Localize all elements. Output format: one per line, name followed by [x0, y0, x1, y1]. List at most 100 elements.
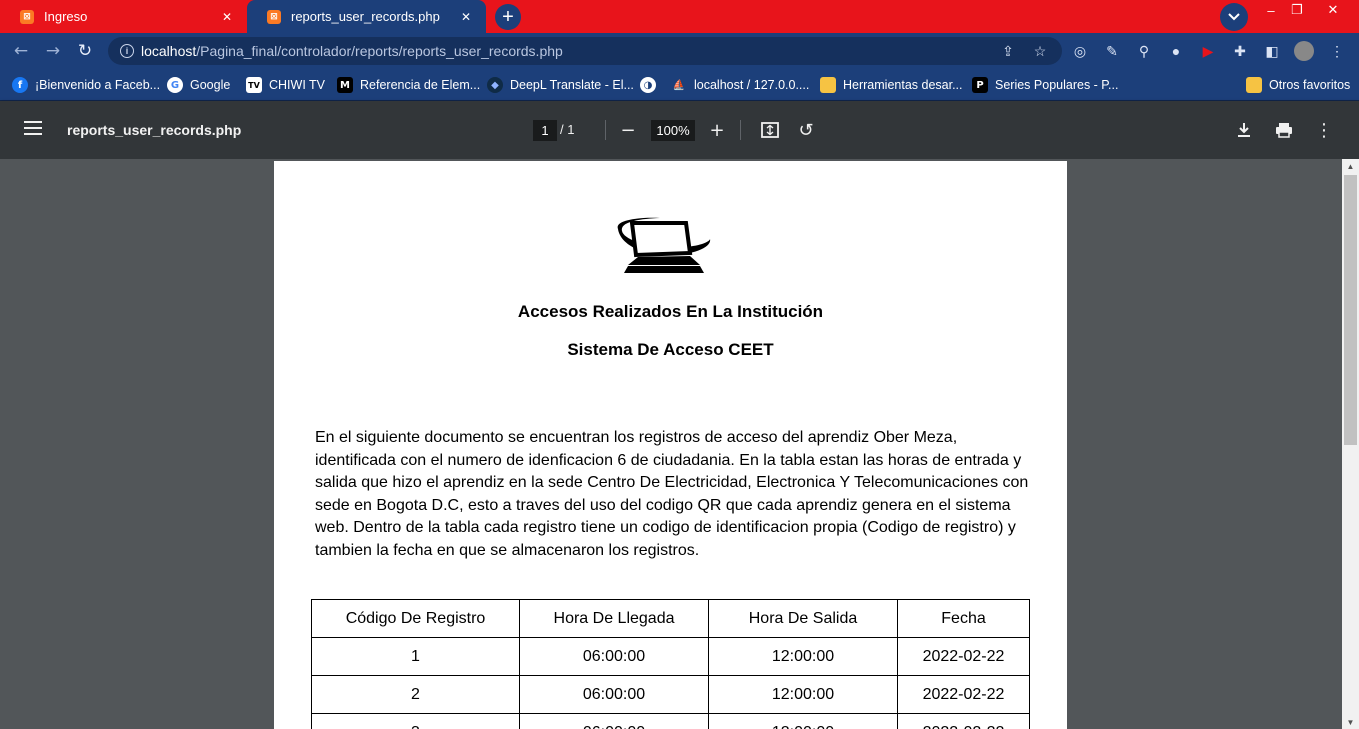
column-header: Código De Registro — [311, 599, 520, 638]
bookmark-google[interactable]: G Google — [167, 75, 230, 95]
bookmark-otros-favoritos[interactable]: Otros favoritos — [1246, 75, 1350, 95]
scroll-down-arrow[interactable]: ▼ — [1342, 715, 1359, 729]
pdf-document-area[interactable]: Accesos Realizados En La Institución Sis… — [0, 159, 1342, 729]
menu-icon[interactable] — [24, 121, 42, 135]
folder-icon — [820, 77, 836, 93]
sidepanel-icon[interactable]: ◧ — [1262, 41, 1282, 61]
scroll-up-arrow[interactable]: ▲ — [1342, 159, 1359, 173]
table-header-row: Código De Registro Hora De Llegada Hora … — [311, 599, 1030, 638]
kebab-menu-icon[interactable]: ⋮ — [1327, 41, 1347, 61]
tab-search-button[interactable] — [1220, 3, 1248, 31]
pdf-toolbar: reports_user_records.php 1 / 1 − 100% + … — [0, 101, 1359, 159]
more-options-icon[interactable]: ⋮ — [1312, 118, 1336, 142]
page-total: / 1 — [560, 122, 575, 137]
fit-page-icon — [761, 122, 779, 138]
bookmark-label: Herramientas desar... — [843, 78, 963, 92]
column-header: Fecha — [897, 599, 1030, 638]
document-subheading: Sistema De Acceso CEET — [567, 340, 774, 359]
table-row: 3 06:00:00 12:00:00 2022-02-22 — [311, 713, 1030, 729]
close-icon[interactable]: ✕ — [458, 9, 474, 25]
reload-button[interactable]: ↻ — [73, 39, 97, 63]
binoculars-extension-icon[interactable]: ⚲ — [1134, 41, 1154, 61]
shield-extension-icon[interactable]: ● — [1166, 41, 1186, 61]
table-row: 1 06:00:00 12:00:00 2022-02-22 — [311, 637, 1030, 676]
info-icon[interactable]: i — [120, 44, 134, 58]
globe-icon: ◑ — [640, 77, 656, 93]
download-button[interactable] — [1232, 118, 1256, 142]
table-cell: 12:00:00 — [708, 675, 898, 714]
tab-reports-user-records[interactable]: ⊠ reports_user_records.php ✕ — [247, 0, 486, 33]
table-cell: 2022-02-22 — [897, 675, 1030, 714]
youtube-extension-icon[interactable]: ▶ — [1198, 41, 1218, 61]
p-icon: P — [972, 77, 988, 93]
records-table: Código De Registro Hora De Llegada Hora … — [311, 599, 1030, 729]
table-cell: 06:00:00 — [519, 713, 709, 729]
bookmark-globe[interactable]: ◑ — [640, 75, 663, 95]
zoom-in-button[interactable]: + — [705, 118, 729, 142]
google-icon: G — [167, 77, 183, 93]
print-icon — [1276, 123, 1292, 138]
facebook-icon: f — [12, 77, 28, 93]
bookmark-localhost[interactable]: ⛵ localhost / 127.0.0.... — [671, 75, 810, 95]
pen-extension-icon[interactable]: ✎ — [1102, 41, 1122, 61]
page-number-input[interactable]: 1 — [533, 120, 557, 141]
fit-page-button[interactable] — [758, 118, 782, 142]
xampp-icon: ⊠ — [267, 9, 281, 24]
new-tab-button[interactable]: + — [495, 4, 521, 30]
document-heading: Accesos Realizados En La Institución — [517, 302, 824, 321]
table-cell: 06:00:00 — [519, 637, 709, 676]
laptop-logo-icon — [617, 217, 711, 273]
table-cell: 1 — [311, 637, 520, 676]
tv-icon: TV — [246, 77, 262, 93]
print-button[interactable] — [1272, 118, 1296, 142]
table-cell: 12:00:00 — [708, 637, 898, 676]
column-header: Hora De Salida — [708, 599, 898, 638]
table-cell: 06:00:00 — [519, 675, 709, 714]
download-icon — [1238, 123, 1250, 137]
star-icon[interactable]: ☆ — [1030, 41, 1050, 61]
zoom-out-button[interactable]: − — [616, 118, 640, 142]
bookmark-herramientas[interactable]: Herramientas desar... — [820, 75, 963, 95]
document-paragraph: En el siguiente documento se encuentran … — [315, 429, 1029, 559]
address-bar[interactable]: i localhost/Pagina_final/controlador/rep… — [108, 37, 1062, 65]
back-button[interactable]: ← — [9, 39, 33, 63]
tab-title: Ingreso — [44, 9, 88, 24]
bookmarks-bar: f ¡Bienvenido a Faceb... G Google TV CHI… — [0, 69, 1359, 101]
zoom-input[interactable]: 100% — [651, 120, 695, 141]
bookmark-facebook[interactable]: f ¡Bienvenido a Faceb... — [12, 75, 160, 95]
divider — [740, 120, 741, 140]
url-path: /Pagina_final/controlador/reports/report… — [196, 43, 563, 59]
bookmark-label: Referencia de Elem... — [360, 78, 481, 92]
extension-icon[interactable]: ◎ — [1070, 41, 1090, 61]
pdf-page: Accesos Realizados En La Institución Sis… — [274, 161, 1067, 729]
divider — [605, 120, 606, 140]
avatar[interactable] — [1294, 41, 1314, 61]
share-icon[interactable]: ⇪ — [998, 41, 1018, 61]
tab-ingreso[interactable]: ⊠ Ingreso ✕ — [0, 0, 247, 33]
table-cell: 12:00:00 — [708, 713, 898, 729]
scroll-thumb[interactable] — [1344, 175, 1357, 445]
table-cell: 2022-02-22 — [897, 713, 1030, 729]
close-icon[interactable]: ✕ — [219, 9, 235, 25]
table-row: 2 06:00:00 12:00:00 2022-02-22 — [311, 675, 1030, 714]
rotate-button[interactable]: ↺ — [794, 118, 818, 142]
restore-button[interactable]: ❐ — [1282, 0, 1312, 20]
vertical-scrollbar[interactable]: ▲ ▼ — [1342, 159, 1359, 729]
bookmark-label: Google — [190, 78, 231, 92]
bookmark-label: CHIWI TV — [269, 78, 326, 92]
bookmark-referencia[interactable]: M Referencia de Elem... — [337, 75, 480, 95]
forward-button[interactable]: → — [41, 39, 65, 63]
phpmyadmin-icon: ⛵ — [672, 79, 686, 91]
column-header: Hora De Llegada — [519, 599, 709, 638]
url-host: localhost — [141, 43, 197, 59]
puzzle-icon[interactable]: ✚ — [1230, 41, 1250, 61]
table-cell: 3 — [311, 713, 520, 729]
folder-icon — [1246, 77, 1262, 93]
bookmark-label: DeepL Translate - El... — [510, 78, 634, 92]
bookmark-series-populares[interactable]: P Series Populares - P... — [972, 75, 1118, 95]
close-window-button[interactable]: ✕ — [1318, 0, 1348, 20]
browser-toolbar: ← → ↻ i localhost/Pagina_final/controlad… — [0, 33, 1359, 69]
tab-title: reports_user_records.php — [291, 9, 440, 24]
bookmark-deepl[interactable]: ◆ DeepL Translate - El... — [487, 75, 634, 95]
bookmark-chiwi-tv[interactable]: TV CHIWI TV — [246, 75, 325, 95]
